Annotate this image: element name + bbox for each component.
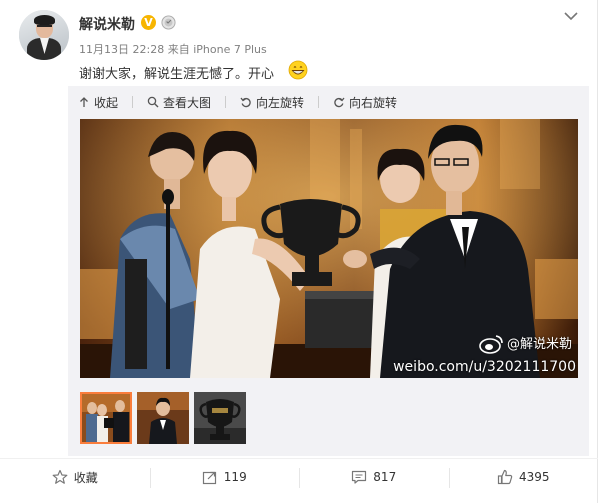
rotate-left-icon — [240, 97, 251, 108]
view-large-label: 查看大图 — [163, 95, 212, 110]
chevron-down-icon[interactable] — [563, 10, 579, 22]
toolbar-divider — [225, 96, 227, 108]
media-toolbar: 收起 查看大图 向左旋转 向右旋转 — [78, 93, 411, 111]
repost-count: 119 — [223, 470, 247, 484]
favorite-icon — [52, 469, 68, 484]
verified-badge-icon: V — [141, 15, 156, 30]
post-photo[interactable]: @解说米勒 weibo.com/u/3202111700 — [80, 119, 578, 378]
zoom-icon — [147, 96, 159, 108]
collapse-button[interactable]: 收起 — [78, 94, 118, 111]
collapse-icon — [80, 97, 88, 107]
comment-icon — [352, 470, 367, 484]
post-source[interactable]: iPhone 7 Plus — [193, 43, 267, 56]
repost-icon — [202, 471, 216, 485]
watermark-url: weibo.com/u/3202111700 — [393, 359, 576, 375]
username[interactable]: 解说米勒 — [79, 14, 135, 34]
rotate-right-icon — [334, 97, 345, 108]
watermark-handle: @解说米勒 — [506, 337, 572, 352]
avatar[interactable] — [19, 10, 69, 60]
rotate-left-button[interactable]: 向左旋转 — [240, 94, 304, 111]
thumbnail-2[interactable] — [137, 392, 189, 444]
collapse-label: 收起 — [94, 95, 119, 110]
favorite-label: 收藏 — [73, 470, 98, 485]
repost-button[interactable]: 119 — [149, 459, 300, 495]
rotate-right-button[interactable]: 向右旋转 — [333, 94, 397, 111]
like-icon — [497, 469, 513, 485]
weibo-logo-icon — [479, 335, 503, 354]
rotate-left-label: 向左旋转 — [256, 95, 305, 110]
thumbnail-3[interactable] — [194, 392, 246, 444]
toolbar-divider — [318, 96, 320, 108]
toolbar-divider — [132, 96, 134, 108]
comment-count: 817 — [373, 470, 397, 484]
grin-emoji-icon — [288, 60, 308, 80]
like-count: 4395 — [518, 470, 550, 484]
post-time[interactable]: 11月13日 22:28 — [79, 43, 164, 56]
medal-icon[interactable] — [161, 15, 176, 30]
weibo-post-card: 解说米勒 V 11月13日 22:28 来自 iPhone 7 Plus 谢谢大… — [0, 0, 598, 503]
post-meta: 11月13日 22:28 来自 iPhone 7 Plus — [79, 41, 267, 57]
rotate-right-label: 向右旋转 — [349, 95, 398, 110]
from-label: 来自 — [167, 43, 190, 56]
comment-button[interactable]: 817 — [299, 459, 449, 495]
thumbnail-strip — [80, 392, 251, 444]
view-large-button[interactable]: 查看大图 — [147, 94, 211, 111]
like-button[interactable]: 4395 — [448, 459, 599, 495]
post-actions: 收藏 119 817 4395 — [0, 458, 598, 495]
thumbnail-1[interactable] — [80, 392, 132, 444]
post-text: 谢谢大家，解说生涯无憾了。开心 — [79, 67, 275, 82]
favorite-button[interactable]: 收藏 — [0, 459, 150, 495]
